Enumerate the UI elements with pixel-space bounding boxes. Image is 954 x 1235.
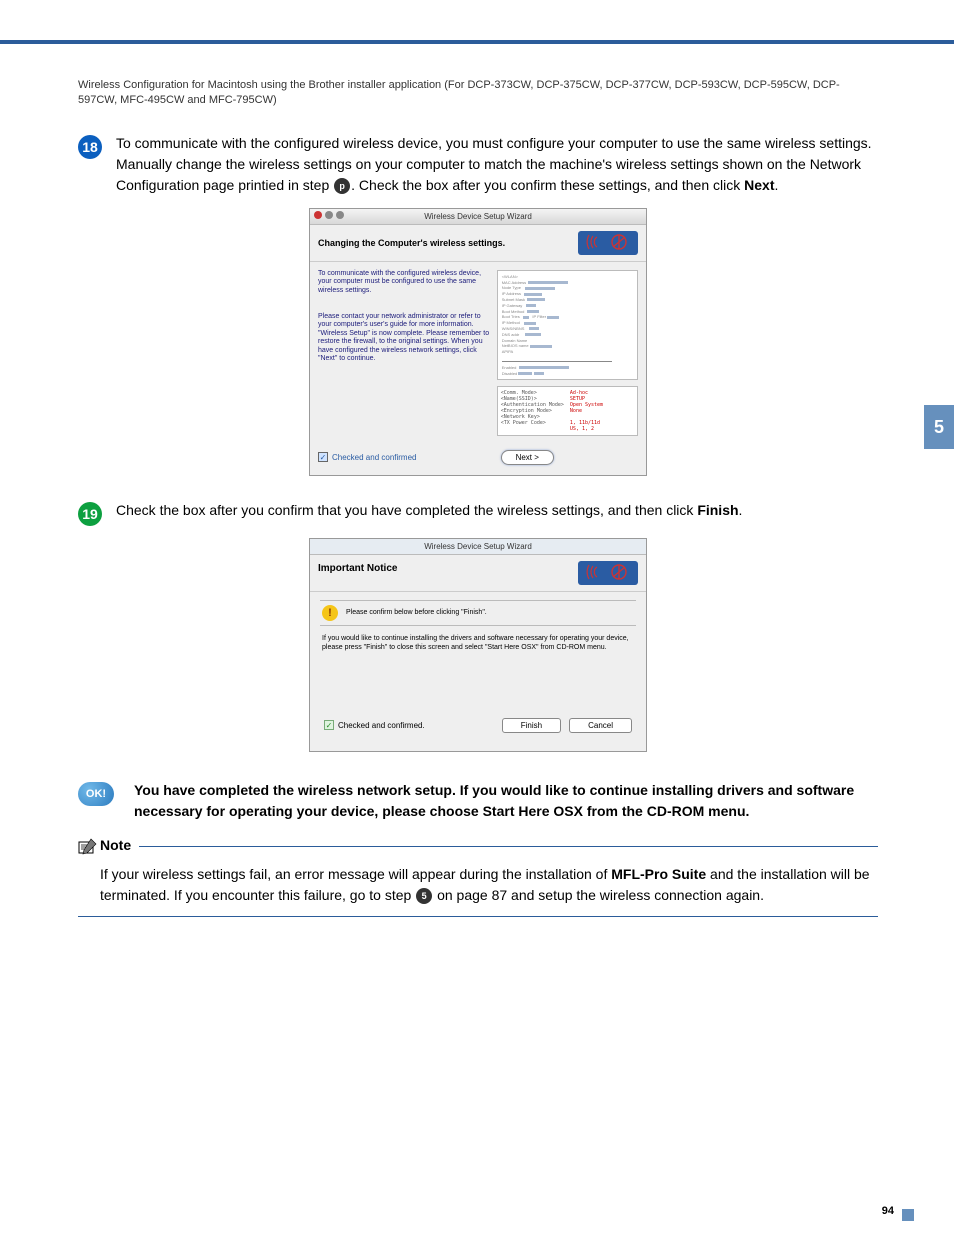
next-button[interactable]: Next > [501, 450, 554, 465]
ok-badge-icon: OK! [78, 782, 114, 806]
pencil-icon [78, 837, 96, 853]
checkbox-1[interactable]: ✓ [318, 452, 328, 462]
close-icon [314, 211, 322, 219]
page-number-bar [902, 1209, 914, 1221]
dialog-2-body: ! Please confirm below before clicking "… [310, 592, 646, 751]
step-19-text: Check the box after you confirm that you… [116, 500, 878, 526]
dialog-2-heading: Important Notice [318, 563, 397, 574]
step-19: 19 Check the box after you confirm that … [78, 500, 878, 526]
step-18: 18 To communicate with the configured wi… [78, 133, 878, 196]
dialog-2-title: Wireless Device Setup Wizard [424, 542, 532, 551]
page-header: Wireless Configuration for Macintosh usi… [78, 78, 878, 109]
confirm-row: ! Please confirm below before clicking "… [320, 600, 636, 626]
chapter-tab: 5 [924, 405, 954, 449]
config-details-box: <Comm. Mode> <Name(SSID)> <Authenticatio… [497, 386, 638, 436]
note-b1: MFL-Pro Suite [611, 866, 706, 882]
warning-icon: ! [322, 605, 338, 621]
config-page-preview: <WLAN> MAC Address Node Type IP Address … [497, 270, 638, 380]
note-t1: If your wireless settings fail, an error… [100, 866, 611, 882]
step-18-text: To communicate with the configured wirel… [116, 133, 878, 196]
note-block: Note If your wireless settings fail, an … [78, 846, 878, 917]
dialog-1-right: <WLAN> MAC Address Node Type IP Address … [497, 270, 638, 436]
dialog-1-left: To communicate with the configured wirel… [318, 270, 491, 436]
minimize-icon [325, 211, 333, 219]
top-rule [0, 40, 954, 44]
step-number-19: 19 [78, 502, 102, 526]
cancel-button[interactable]: Cancel [569, 718, 632, 733]
dialog-2-msg: If you would like to continue installing… [320, 626, 636, 712]
dialog-1-title: Wireless Device Setup Wizard [424, 212, 532, 221]
note-label: Note [100, 837, 131, 853]
dialog-1-wrap: Wireless Device Setup Wizard Changing th… [78, 208, 878, 476]
note-header: Note [78, 837, 139, 853]
dialog-1-titlebar: Wireless Device Setup Wizard [310, 209, 646, 225]
dialog-2-wrap: Wireless Device Setup Wizard Important N… [78, 538, 878, 752]
step-18-text-b: . Check the box after you confirm these … [351, 177, 744, 193]
finish-bold: Finish [697, 502, 738, 518]
step-19-text-a: Check the box after you confirm that you… [116, 502, 697, 518]
step-19-text-b: . [739, 502, 743, 518]
page-number: 94 [882, 1205, 894, 1217]
dialog-2: Wireless Device Setup Wizard Important N… [309, 538, 647, 752]
step-18-text-c: . [775, 177, 779, 193]
dialog-2-footer: ✓ Checked and confirmed. Finish Cancel [320, 712, 636, 743]
zoom-icon [336, 211, 344, 219]
ref-step-16-icon: p [334, 178, 350, 194]
next-bold: Next [744, 177, 774, 193]
window-controls [314, 211, 344, 219]
dialog-1-body: To communicate with the configured wirel… [310, 262, 646, 444]
ok-block: OK! You have completed the wireless netw… [78, 780, 878, 822]
checkbox-2-label: Checked and confirmed. [338, 721, 425, 730]
finish-button[interactable]: Finish [502, 718, 561, 733]
dialog-1-header: Changing the Computer's wireless setting… [310, 225, 646, 262]
dialog-1-heading: Changing the Computer's wireless setting… [318, 238, 505, 248]
dialog-2-titlebar: Wireless Device Setup Wizard [310, 539, 646, 555]
ok-text: You have completed the wireless network … [134, 780, 878, 822]
checkbox-2[interactable]: ✓ [324, 720, 334, 730]
wifi-logo-icon [578, 561, 638, 585]
note-t3: on page 87 and setup the wireless connec… [433, 887, 764, 903]
note-text: If your wireless settings fail, an error… [100, 864, 878, 906]
dialog-1-footer: ✓ Checked and confirmed Next > [310, 444, 646, 475]
confirm-text: Please confirm below before clicking "Fi… [346, 609, 487, 616]
dialog-1-p2: Please contact your network administrato… [318, 313, 491, 363]
dialog-1: Wireless Device Setup Wizard Changing th… [309, 208, 647, 476]
page-content: Wireless Configuration for Macintosh usi… [78, 78, 878, 917]
wifi-logo-icon [578, 231, 638, 255]
step-number-18: 18 [78, 135, 102, 159]
dialog-2-header: Important Notice [310, 555, 646, 592]
checkbox-1-label: Checked and confirmed [332, 453, 417, 462]
ref-step-5-icon: 5 [416, 888, 432, 904]
config-details-left: <Comm. Mode> <Name(SSID)> <Authenticatio… [501, 390, 564, 432]
dialog-1-p1: To communicate with the configured wirel… [318, 270, 491, 295]
config-details-right: Ad-hoc SETUP Open System None 1, 11b/11d… [570, 390, 603, 432]
